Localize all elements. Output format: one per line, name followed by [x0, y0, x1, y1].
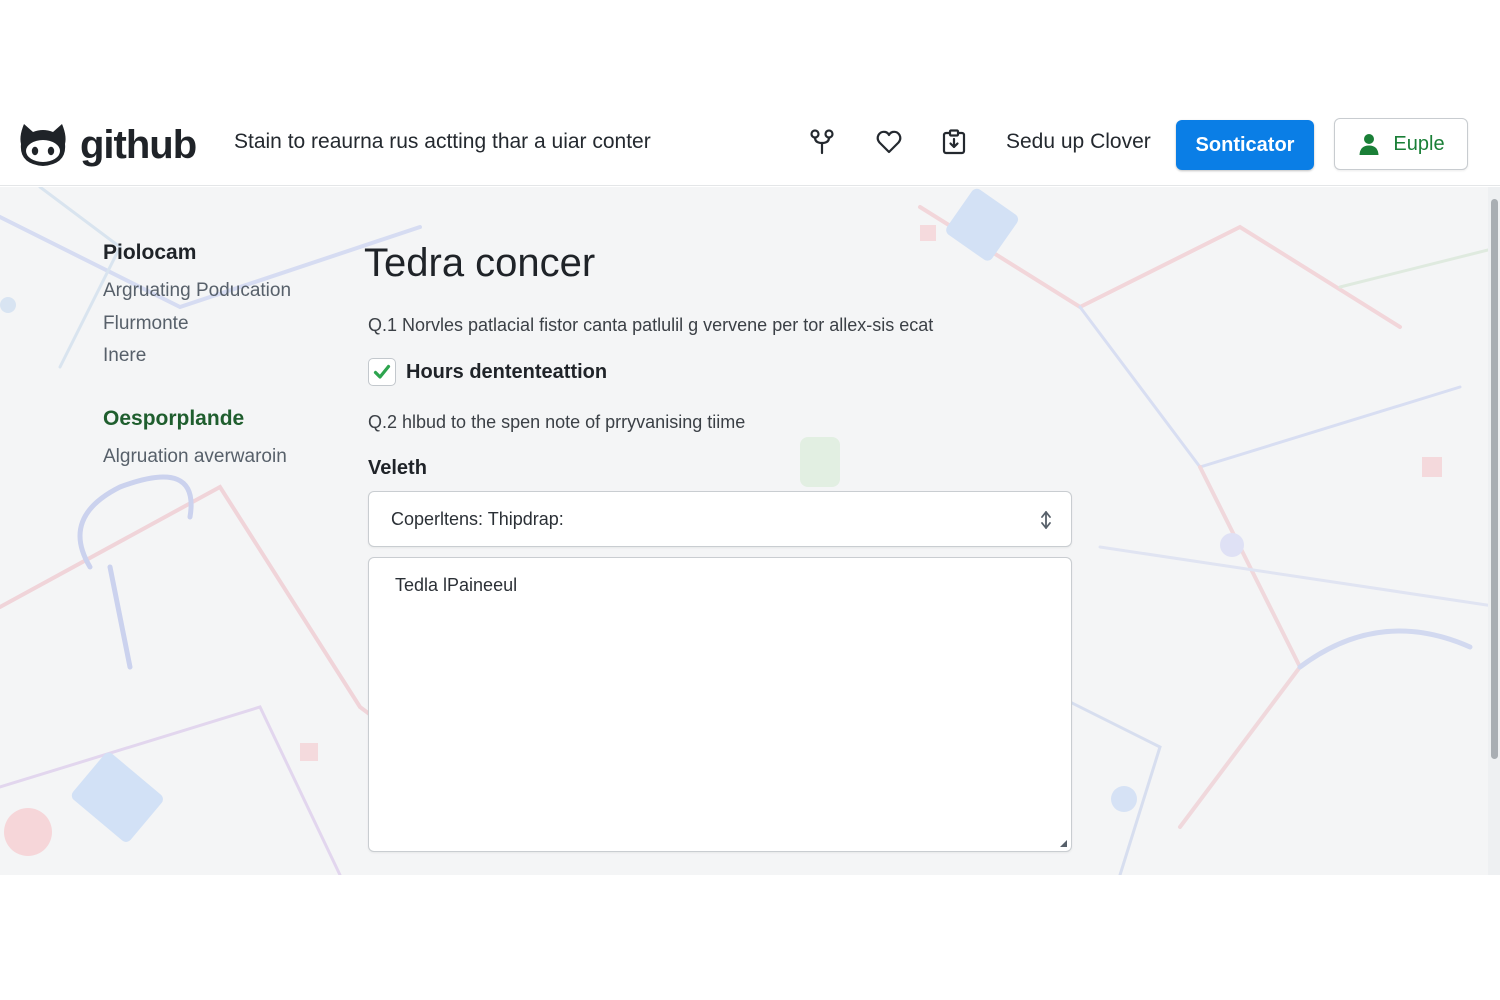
select-toggle-icon[interactable] [1035, 508, 1057, 532]
top-header: github Stain to reaurna rus actting thar… [0, 100, 1500, 186]
sidebar-item-algruation-averwaroin[interactable]: Algruation averwaroin [103, 441, 343, 474]
veleth-select[interactable]: Coperltens: Thipdrap: [368, 491, 1072, 547]
select-value: Coperltens: Thipdrap: [391, 509, 564, 529]
veleth-label: Veleth [368, 457, 427, 479]
scrollbar-thumb[interactable] [1491, 199, 1498, 759]
user-icon [1359, 134, 1379, 155]
fork-icon[interactable] [808, 128, 836, 156]
sidebar-heading-oesporplande: Oesporplande [103, 406, 245, 430]
main-area: Piolocam Argruating Poducation Flurmonte… [0, 187, 1500, 875]
main-content: Tedra concer Q.1 Norvles patlacial fisto… [364, 239, 1084, 852]
sidebar-item-argruating-poducation[interactable]: Argruating Poducation [103, 275, 343, 308]
checkbox-row: Hours dententeattion [368, 358, 607, 386]
github-mark-icon [20, 124, 66, 166]
clipboard-icon[interactable] [940, 128, 968, 156]
hours-checkbox[interactable] [368, 358, 396, 386]
sonticator-button[interactable]: Sonticator [1176, 120, 1314, 170]
sidebar-heading-piolocam: Piolocam [103, 241, 197, 264]
header-tagline: Stain to reaurna rus actting thar a uiar… [234, 130, 651, 153]
heart-icon[interactable] [875, 128, 903, 156]
github-logo[interactable]: github [18, 122, 197, 168]
user-menu-button[interactable]: Euple [1334, 118, 1468, 170]
checkbox-label[interactable]: Hours dententeattion [406, 361, 607, 384]
sidebar-item-flurmonte[interactable]: Flurmonte [103, 308, 343, 341]
textarea-value: Tedla lPaineeul [395, 575, 518, 595]
checkmark-icon [373, 364, 391, 379]
user-button-label: Euple [1393, 132, 1445, 155]
signup-link[interactable]: Sedu up Clover [1006, 130, 1151, 154]
question-1-text: Q.1 Norvles patlacial fistor canta patlu… [368, 315, 934, 335]
sidebar-item-inere[interactable]: Inere [103, 340, 343, 373]
vertical-scrollbar[interactable] [1488, 187, 1500, 875]
logo-wordmark: github [80, 122, 197, 167]
sidebar: Piolocam Argruating Poducation Flurmonte… [103, 241, 343, 473]
question-2-text: Q.2 hlbud to the spen note of prryvanisi… [368, 412, 746, 432]
message-textarea[interactable]: Tedla lPaineeul [368, 557, 1072, 852]
resize-grip-icon[interactable] [1058, 838, 1068, 848]
app-window: github Stain to reaurna rus actting thar… [0, 0, 1500, 1000]
page-title: Tedra concer [364, 241, 596, 285]
